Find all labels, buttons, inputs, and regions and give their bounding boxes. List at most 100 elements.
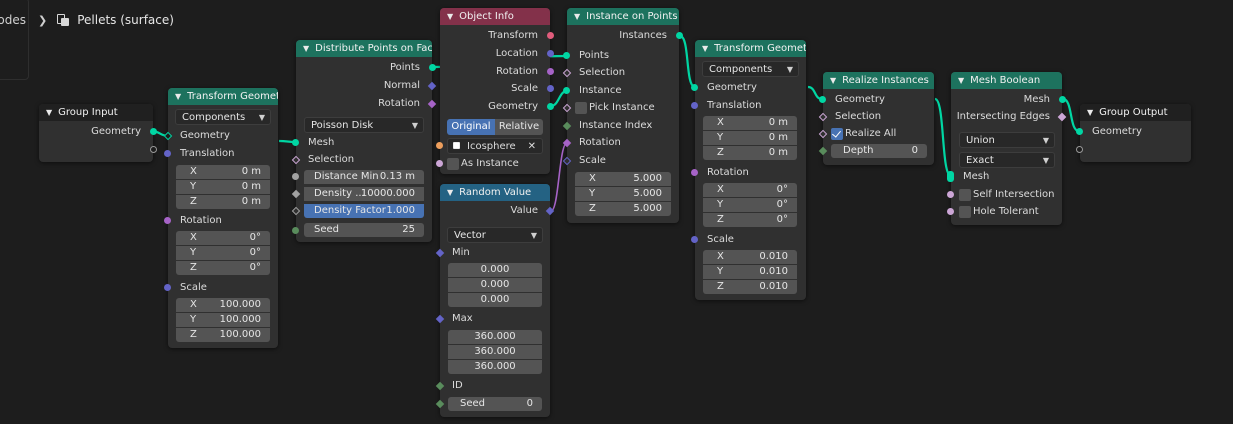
node-transform-geometry-1[interactable]: ▼ Transform Geometry Components▼ Geometry… [163, 88, 278, 348]
clear-icon[interactable]: ✕ [528, 139, 536, 155]
float-field-socket-icon[interactable] [291, 189, 301, 199]
multi-input-socket-icon[interactable] [947, 171, 954, 182]
vector-socket-icon[interactable] [164, 150, 171, 157]
node-instance-on-points[interactable]: ▼ Instance on Points Instances Points Sel… [562, 8, 683, 223]
boolean-socket-icon[interactable] [436, 160, 443, 167]
scale-y-field[interactable]: Y 5.000 [575, 187, 671, 201]
max-z-field[interactable]: 360.000 [448, 360, 542, 374]
node-header[interactable]: ▼ Object Info [440, 8, 550, 25]
realize-all-toggle[interactable]: Realize All [818, 126, 934, 142]
geometry-socket-icon[interactable] [163, 131, 173, 141]
node-header[interactable]: ▼ Random Value [440, 184, 550, 201]
node-realize-instances[interactable]: ▼ Realize Instances Geometry Selection Re… [818, 72, 934, 165]
rotation-socket-icon[interactable] [164, 217, 171, 224]
vector-socket-icon[interactable] [547, 50, 554, 57]
geometry-socket-icon[interactable] [429, 64, 436, 71]
collapse-chevron-icon[interactable]: ▼ [702, 44, 708, 53]
hole-tolerant-toggle[interactable]: Hole Tolerant [947, 204, 1062, 220]
rotation-y-field[interactable]: Y 0° [176, 246, 270, 260]
pick-instance-toggle[interactable]: Pick Instance [562, 100, 679, 116]
node-mesh-boolean[interactable]: ▼ Mesh Boolean Mesh Intersecting Edges Un… [947, 72, 1067, 225]
node-header[interactable]: ▼ Distribute Points on Faces [296, 40, 432, 57]
rotation-socket-icon[interactable] [691, 169, 698, 176]
vector-socket-icon[interactable] [547, 85, 554, 92]
collapse-chevron-icon[interactable]: ▼ [958, 76, 964, 85]
distance-min-field[interactable]: Distance Min 0.13 m [304, 170, 424, 184]
scale-x-field[interactable]: X 5.000 [575, 172, 671, 186]
collapse-chevron-icon[interactable]: ▼ [303, 44, 309, 53]
node-transform-geometry-2[interactable]: ▼ Transform Geometry Components▼ Geometry… [691, 40, 806, 300]
node-header[interactable]: ▼ Group Output [1080, 104, 1191, 121]
boolean-field-socket-icon[interactable] [818, 112, 828, 122]
distribute-method-dropdown[interactable]: Poisson Disk ▼ [304, 117, 424, 133]
node-header[interactable]: ▼ Realize Instances [823, 72, 934, 89]
float-field-socket-icon[interactable] [291, 206, 301, 216]
as-instance-checkbox[interactable] [447, 158, 459, 170]
float-socket-icon[interactable] [292, 173, 299, 180]
solver-dropdown[interactable]: Exact ▼ [959, 152, 1055, 168]
breadcrumb-node-tree[interactable]: Geometry Nodes [0, 13, 26, 27]
min-y-field[interactable]: 0.000 [448, 278, 542, 292]
collapse-chevron-icon[interactable]: ▼ [447, 188, 453, 197]
geometry-socket-icon[interactable] [691, 84, 698, 91]
object-field[interactable]: Icosphere ✕ [447, 138, 543, 154]
scale-z-field[interactable]: Z 0.010 [703, 280, 797, 294]
geometry-socket-icon[interactable] [563, 87, 570, 94]
hole-tolerant-checkbox[interactable] [959, 206, 971, 218]
node-header[interactable]: ▼ Group Input [39, 104, 153, 121]
vector-socket-icon[interactable] [691, 236, 698, 243]
min-x-field[interactable]: 0.000 [448, 263, 542, 277]
data-type-dropdown[interactable]: Vector ▼ [447, 227, 543, 243]
translation-z-field[interactable]: Z0 m [176, 195, 270, 209]
virtual-socket-icon[interactable] [150, 146, 157, 153]
collapse-chevron-icon[interactable]: ▼ [1087, 108, 1093, 117]
geometry-socket-icon[interactable] [150, 128, 157, 135]
boolean-socket-icon[interactable] [947, 191, 954, 198]
mode-dropdown[interactable]: Components ▼ [175, 109, 271, 125]
rotation-x-field[interactable]: X 0° [703, 183, 797, 197]
vector-field-socket-icon[interactable] [427, 81, 437, 91]
geometry-socket-icon[interactable] [819, 96, 826, 103]
vector-socket-icon[interactable] [164, 284, 171, 291]
integer-socket-icon[interactable] [292, 227, 299, 234]
boolean-field-socket-icon[interactable] [562, 103, 572, 113]
density-factor-field[interactable]: Density Factor 1.000 [304, 204, 424, 218]
node-header[interactable]: ▼ Transform Geometry [695, 40, 806, 57]
geometry-socket-icon[interactable] [1059, 96, 1066, 103]
virtual-socket-icon[interactable] [1076, 146, 1083, 153]
seed-field[interactable]: Seed 0 [448, 397, 542, 411]
translation-y-field[interactable]: Y0 m [703, 131, 797, 145]
vector-socket-icon[interactable] [691, 102, 698, 109]
vector-field-socket-icon[interactable] [435, 314, 445, 324]
collapse-chevron-icon[interactable]: ▼ [830, 76, 836, 85]
rotation-z-field[interactable]: Z 0° [176, 261, 270, 275]
node-group-output[interactable]: ▼ Group Output Geometry [1076, 104, 1191, 162]
self-intersection-toggle[interactable]: Self Intersection [947, 187, 1062, 203]
node-group-input[interactable]: ▼ Group Input Geometry [39, 104, 157, 162]
translation-x-field[interactable]: X0 m [703, 116, 797, 130]
self-intersection-checkbox[interactable] [959, 189, 971, 201]
rotation-field-socket-icon[interactable] [562, 138, 572, 148]
node-object-info[interactable]: ▼ Object Info Transform Location Rotation… [436, 8, 554, 174]
scale-y-field[interactable]: Y 0.010 [703, 265, 797, 279]
node-distribute-points[interactable]: ▼ Distribute Points on Faces Points Norma… [291, 40, 437, 242]
scale-z-field[interactable]: Z 5.000 [575, 202, 671, 216]
density-max-field[interactable]: Density ... 10000.000 [304, 187, 424, 201]
translation-y-field[interactable]: Y0 m [176, 180, 270, 194]
integer-field-socket-icon[interactable] [562, 121, 572, 131]
vector-field-socket-icon[interactable] [435, 248, 445, 258]
matrix-socket-icon[interactable] [547, 32, 554, 39]
collapse-chevron-icon[interactable]: ▼ [574, 12, 580, 21]
geometry-socket-icon[interactable] [676, 32, 683, 39]
node-header[interactable]: ▼ Mesh Boolean [951, 72, 1062, 89]
scale-x-field[interactable]: X 0.010 [703, 250, 797, 264]
geometry-socket-icon[interactable] [292, 139, 299, 146]
mode-dropdown[interactable]: Components ▼ [702, 61, 799, 77]
rotation-socket-icon[interactable] [547, 68, 554, 75]
min-z-field[interactable]: 0.000 [448, 293, 542, 307]
collapse-chevron-icon[interactable]: ▼ [46, 108, 52, 117]
operation-dropdown[interactable]: Union ▼ [959, 132, 1055, 148]
geometry-socket-icon[interactable] [1076, 128, 1083, 135]
scale-y-field[interactable]: Y 100.000 [176, 313, 270, 327]
realize-all-checkbox[interactable] [831, 128, 843, 140]
